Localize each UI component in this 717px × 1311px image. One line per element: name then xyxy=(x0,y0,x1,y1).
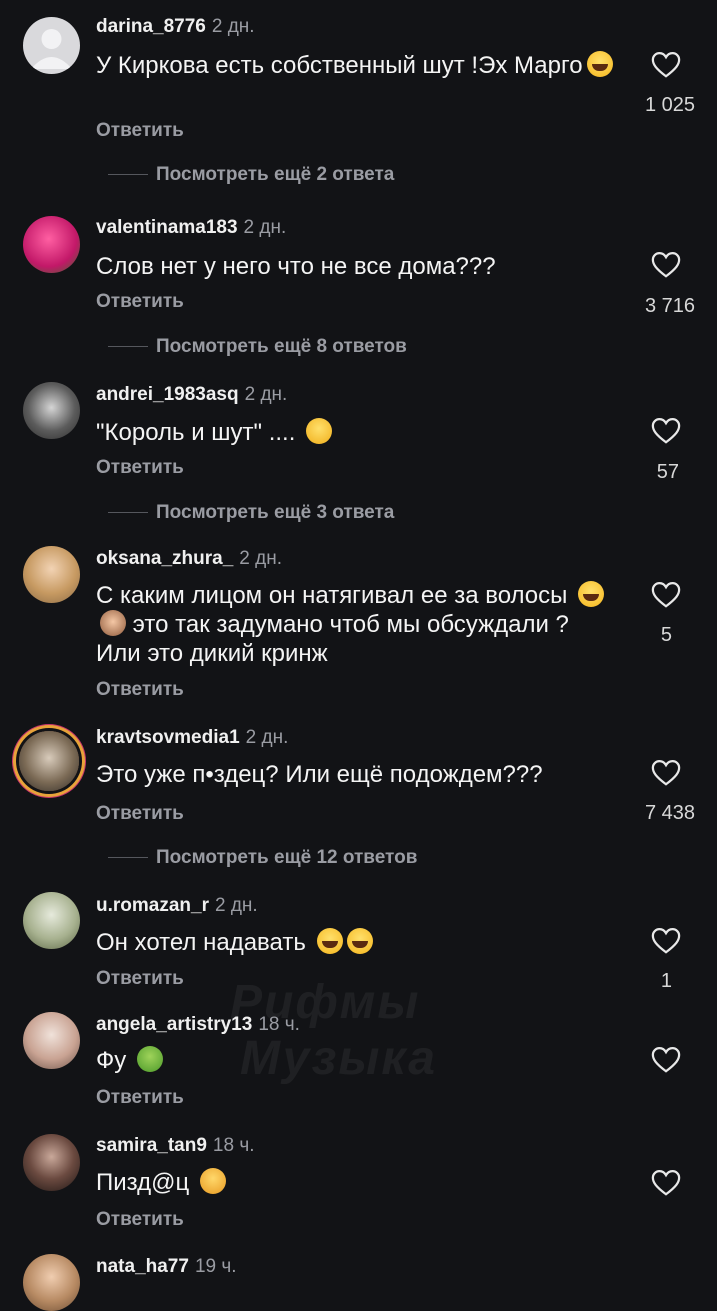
reply-button[interactable]: Ответить xyxy=(96,457,184,479)
heart-outline-icon[interactable] xyxy=(646,247,686,283)
timestamp: 2 дн. xyxy=(211,16,255,37)
like-count: 5 xyxy=(660,624,672,646)
heart-outline-icon[interactable] xyxy=(646,1165,686,1201)
username[interactable]: oksana_zhura_ xyxy=(96,548,233,569)
comment-header[interactable]: nata_ha77 19 ч. xyxy=(96,1256,237,1278)
comment-text: "Король и шут" .... xyxy=(96,418,636,447)
avatar-photo[interactable] xyxy=(23,892,80,949)
comment-text: С каким лицом он натягивал ее за волосы … xyxy=(96,581,616,668)
view-more-replies[interactable]: Посмотреть ещё 8 ответов xyxy=(108,336,407,358)
comment-header[interactable]: oksana_zhura_ 2 дн. xyxy=(96,548,282,570)
username[interactable]: kravtsovmedia1 xyxy=(96,727,240,748)
heart-outline-icon[interactable] xyxy=(646,1042,686,1078)
comment-header[interactable]: u.romazan_r 2 дн. xyxy=(96,895,258,917)
timestamp: 18 ч. xyxy=(258,1014,300,1035)
view-more-replies[interactable]: Посмотреть ещё 3 ответа xyxy=(108,502,394,524)
comment-header[interactable]: samira_tan9 18 ч. xyxy=(96,1135,255,1157)
username[interactable]: angela_artistry13 xyxy=(96,1014,252,1035)
facepalm-emoji-icon xyxy=(199,1168,226,1194)
thinking-emoji-icon xyxy=(306,418,333,444)
comment-text-body: С каким лицом он натягивал ее за волосы xyxy=(96,582,568,609)
heart-outline-icon[interactable] xyxy=(646,923,686,959)
comment-text-body: У Киркова есть собственный шут !Эх Марго xyxy=(96,52,583,79)
comment-header[interactable]: andrei_1983asq 2 дн. xyxy=(96,384,287,406)
avatar-photo[interactable] xyxy=(23,546,80,603)
heart-outline-icon[interactable] xyxy=(646,47,686,83)
avatar-roses[interactable] xyxy=(23,216,80,273)
comment-header[interactable]: valentinama183 2 дн. xyxy=(96,217,286,239)
comment-header[interactable]: angela_artistry13 18 ч. xyxy=(96,1014,300,1036)
comment-text: Пизд@ц xyxy=(96,1168,636,1197)
laughing-emoji-icon xyxy=(586,51,613,77)
like-count: 3 716 xyxy=(644,295,695,317)
like-count: 7 438 xyxy=(644,802,695,824)
see-no-evil-monkey-icon xyxy=(100,610,126,636)
comment-header[interactable]: darina_8776 2 дн. xyxy=(96,16,255,38)
laughing-emoji-icon xyxy=(346,928,373,954)
reply-button[interactable]: Ответить xyxy=(96,1209,184,1231)
like-count: 1 xyxy=(660,970,672,992)
comment-text-body-continued: это так задумано чтоб мы обсуждали ? Или… xyxy=(96,611,569,667)
avatar-photo[interactable] xyxy=(23,1254,80,1311)
avatar-photo[interactable] xyxy=(23,382,80,439)
comment-text: Он хотел надавать xyxy=(96,928,636,957)
username[interactable]: samira_tan9 xyxy=(96,1135,207,1156)
comment-text-body: Пизд@ц xyxy=(96,1169,190,1196)
comment-header[interactable]: kravtsovmedia1 2 дн. xyxy=(96,727,288,749)
comment-text: Это уже п•здец? Или ещё подождем??? xyxy=(96,761,543,788)
nauseated-emoji-icon xyxy=(136,1046,163,1072)
timestamp: 2 дн. xyxy=(239,548,283,569)
comment-text-body: Он хотел надавать xyxy=(96,929,306,956)
heart-outline-icon[interactable] xyxy=(646,755,686,791)
avatar-photo[interactable] xyxy=(23,1134,80,1191)
comment-text: Фу xyxy=(96,1046,636,1075)
avatar-story-ring[interactable] xyxy=(19,731,79,791)
reply-button[interactable]: Ответить xyxy=(96,1087,184,1109)
laughing-emoji-icon xyxy=(316,928,343,954)
timestamp: 2 дн. xyxy=(214,895,258,916)
timestamp: 2 дн. xyxy=(243,217,287,238)
avatar-photo[interactable] xyxy=(23,1012,80,1069)
laughing-emoji-icon xyxy=(578,581,605,607)
username[interactable]: valentinama183 xyxy=(96,217,238,238)
timestamp: 2 дн. xyxy=(245,727,289,748)
reply-button[interactable]: Ответить xyxy=(96,968,184,990)
comment-text-body: Фу xyxy=(96,1047,127,1074)
username[interactable]: u.romazan_r xyxy=(96,895,209,916)
username[interactable]: darina_8776 xyxy=(96,16,206,37)
reply-button[interactable]: Ответить xyxy=(96,120,184,142)
reply-button[interactable]: Ответить xyxy=(96,291,184,313)
heart-outline-icon[interactable] xyxy=(646,413,686,449)
heart-outline-icon[interactable] xyxy=(646,577,686,613)
view-more-replies[interactable]: Посмотреть ещё 12 ответов xyxy=(108,847,417,869)
timestamp: 19 ч. xyxy=(194,1256,237,1277)
username[interactable]: andrei_1983asq xyxy=(96,384,239,405)
comment-text: У Киркова есть собственный шут !Эх Марго xyxy=(96,51,636,80)
timestamp: 2 дн. xyxy=(244,384,288,405)
like-count: 57 xyxy=(656,461,679,483)
comment-text: Слов нет у него что не все дома??? xyxy=(96,253,496,280)
reply-button[interactable]: Ответить xyxy=(96,803,184,825)
avatar-default[interactable] xyxy=(23,17,80,74)
username[interactable]: nata_ha77 xyxy=(96,1256,189,1277)
view-more-replies[interactable]: Посмотреть ещё 2 ответа xyxy=(108,164,394,186)
timestamp: 18 ч. xyxy=(212,1135,255,1156)
comment-text-body: "Король и шут" .... xyxy=(96,419,296,446)
reply-button[interactable]: Ответить xyxy=(96,679,184,701)
like-count: 1 025 xyxy=(644,94,695,116)
